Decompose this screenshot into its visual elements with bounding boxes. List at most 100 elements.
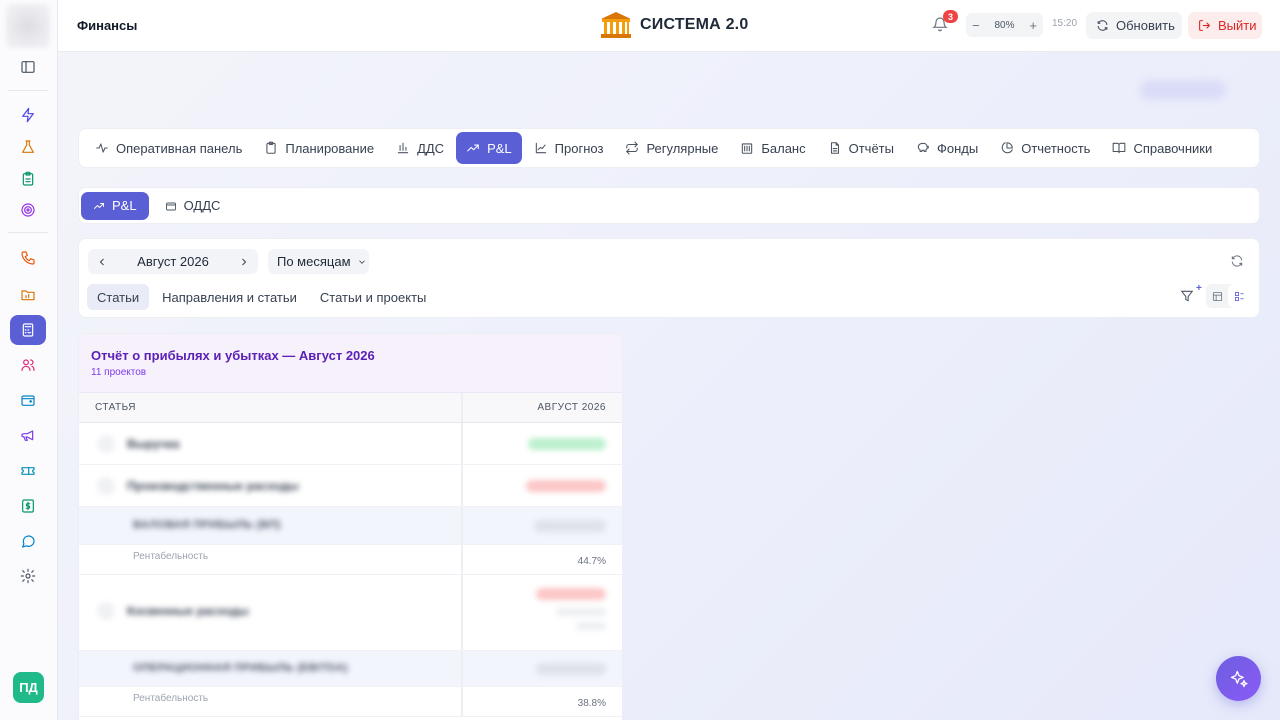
tab-regular[interactable]: Регулярные	[615, 132, 728, 164]
table-row: ОПЕРАЦИОННАЯ ПРИБЫЛЬ (EBITDA)	[79, 651, 622, 687]
notification-badge: 3	[943, 10, 958, 23]
calculator-icon[interactable]	[10, 315, 46, 345]
ticket-icon[interactable]	[10, 456, 46, 486]
tab-balance[interactable]: Баланс	[730, 132, 815, 164]
subtab-label: P&L	[112, 198, 137, 213]
tab-planning[interactable]: Планирование	[254, 132, 384, 164]
tab-label: Оперативная панель	[116, 140, 243, 156]
column-divider	[461, 651, 463, 686]
clock: 15:20	[1052, 18, 1078, 29]
view-switch	[1206, 284, 1250, 308]
chevron-left-icon[interactable]	[96, 256, 108, 268]
table-row: Рентабельность 38.8%	[79, 687, 622, 717]
folder-chart-icon[interactable]	[10, 280, 46, 310]
filter-icon[interactable]	[1180, 289, 1196, 305]
tab-forecast[interactable]: Прогноз	[524, 132, 614, 164]
avatar[interactable]: ПД	[13, 672, 44, 703]
phone-icon[interactable]	[10, 243, 46, 273]
zoom-in-button[interactable]: +	[1029, 18, 1037, 33]
wallet-icon[interactable]	[10, 385, 46, 415]
tab-label: Планирование	[285, 140, 375, 156]
panel-icon[interactable]	[10, 52, 46, 82]
tab-directories[interactable]: Справочники	[1102, 132, 1222, 164]
table-row[interactable]: Выручка	[79, 423, 622, 465]
ai-assistant-button[interactable]	[1216, 656, 1261, 701]
book-icon	[1113, 142, 1126, 154]
grouping-label: По месяцам	[277, 254, 351, 269]
margin-label: Рентабельность	[133, 693, 209, 704]
tab-statements[interactable]: Отчетность	[990, 132, 1100, 164]
row-value	[526, 480, 606, 492]
dollar-icon[interactable]	[10, 491, 46, 521]
brand-name: СИСТЕМА 2.0	[640, 16, 749, 33]
margin-value: 38.8%	[577, 698, 606, 709]
view-tab-articles[interactable]: Статьи	[87, 284, 150, 310]
row-name: ВАЛОВАЯ ПРИБЫЛЬ (ВП)	[133, 519, 281, 531]
refresh-button[interactable]: Обновить	[1086, 12, 1182, 39]
expand-icon[interactable]	[97, 477, 115, 495]
view-tabs: Статьи Направления и статьи Статьи и про…	[87, 284, 436, 310]
subtab-odds[interactable]: ОДДС	[153, 192, 233, 220]
trend-up-icon	[94, 202, 104, 209]
lightning-icon[interactable]	[10, 100, 46, 130]
expand-icon[interactable]	[97, 602, 115, 620]
tab-label: Баланс	[761, 140, 806, 156]
gear-icon[interactable]	[10, 561, 46, 591]
flask-icon[interactable]	[10, 132, 46, 162]
megaphone-icon[interactable]	[10, 420, 46, 450]
column-header-article: СТАТЬЯ	[95, 402, 136, 413]
table-view-icon[interactable]	[1206, 284, 1228, 308]
tab-reports[interactable]: Отчёты	[818, 132, 904, 164]
main-tabs: Оперативная панель Планирование ДДС P&L …	[78, 128, 1260, 168]
tab-label: Фонды	[936, 140, 979, 156]
tab-funds[interactable]: Фонды	[906, 132, 988, 164]
sidebar: ПД	[0, 0, 58, 720]
activity-icon	[96, 143, 108, 153]
tree-view-icon[interactable]	[1228, 284, 1250, 308]
tab-operational-panel[interactable]: Оперативная панель	[85, 132, 252, 164]
refresh-label: Обновить	[1116, 18, 1175, 33]
column-divider	[461, 393, 463, 422]
row-value	[536, 588, 606, 600]
row-name: Косвенные расходы	[127, 604, 249, 618]
column-divider	[461, 545, 463, 574]
grouping-dropdown[interactable]: По месяцам	[268, 249, 369, 274]
tab-label: Справочники	[1133, 140, 1213, 156]
target-icon[interactable]	[10, 195, 46, 225]
chevron-down-icon	[358, 259, 365, 264]
reload-icon[interactable]	[1230, 254, 1246, 270]
view-tab-directions[interactable]: Направления и статьи	[152, 284, 307, 310]
chevron-right-icon[interactable]	[238, 256, 250, 268]
zoom-out-button[interactable]: −	[972, 18, 980, 33]
section-title: Финансы	[77, 18, 138, 33]
period-label[interactable]: Август 2026	[137, 254, 209, 269]
table-row: ВАЛОВАЯ ПРИБЫЛЬ (ВП)	[79, 507, 622, 545]
view-tab-projects[interactable]: Статьи и проекты	[310, 284, 436, 310]
table-row[interactable]: Косвенные расходы	[79, 575, 622, 651]
sidebar-divider	[8, 232, 48, 233]
chat-icon[interactable]	[10, 526, 46, 556]
tab-pnl[interactable]: P&L	[456, 132, 522, 164]
tab-dds[interactable]: ДДС	[386, 132, 454, 164]
period-selector: Август 2026	[88, 249, 258, 274]
margin-value: 44.7%	[577, 556, 606, 567]
table-row[interactable]: Производственные расходы	[79, 465, 622, 507]
clipboard-icon[interactable]	[10, 164, 46, 194]
subtab-pnl[interactable]: P&L	[81, 191, 149, 220]
column-divider	[461, 423, 463, 464]
tab-label: Регулярные	[646, 140, 719, 156]
topbar: Финансы СИСТЕМА 2.0 3 − 80% + 15:20 Обно…	[58, 0, 1280, 52]
logout-button[interactable]: Выйти	[1188, 12, 1262, 39]
file-icon	[830, 142, 839, 154]
row-value	[536, 663, 606, 675]
table-header: СТАТЬЯ АВГУСТ 2026	[79, 393, 622, 423]
brand: СИСТЕМА 2.0	[600, 10, 748, 40]
users-icon[interactable]	[10, 350, 46, 380]
clipboard-icon	[266, 141, 276, 154]
bar-chart-icon	[397, 142, 409, 154]
expand-icon[interactable]	[97, 435, 115, 453]
row-name: Выручка	[127, 437, 180, 451]
line-chart-icon	[535, 142, 546, 154]
tab-label: Прогноз	[554, 140, 604, 156]
bank-icon	[742, 143, 753, 154]
